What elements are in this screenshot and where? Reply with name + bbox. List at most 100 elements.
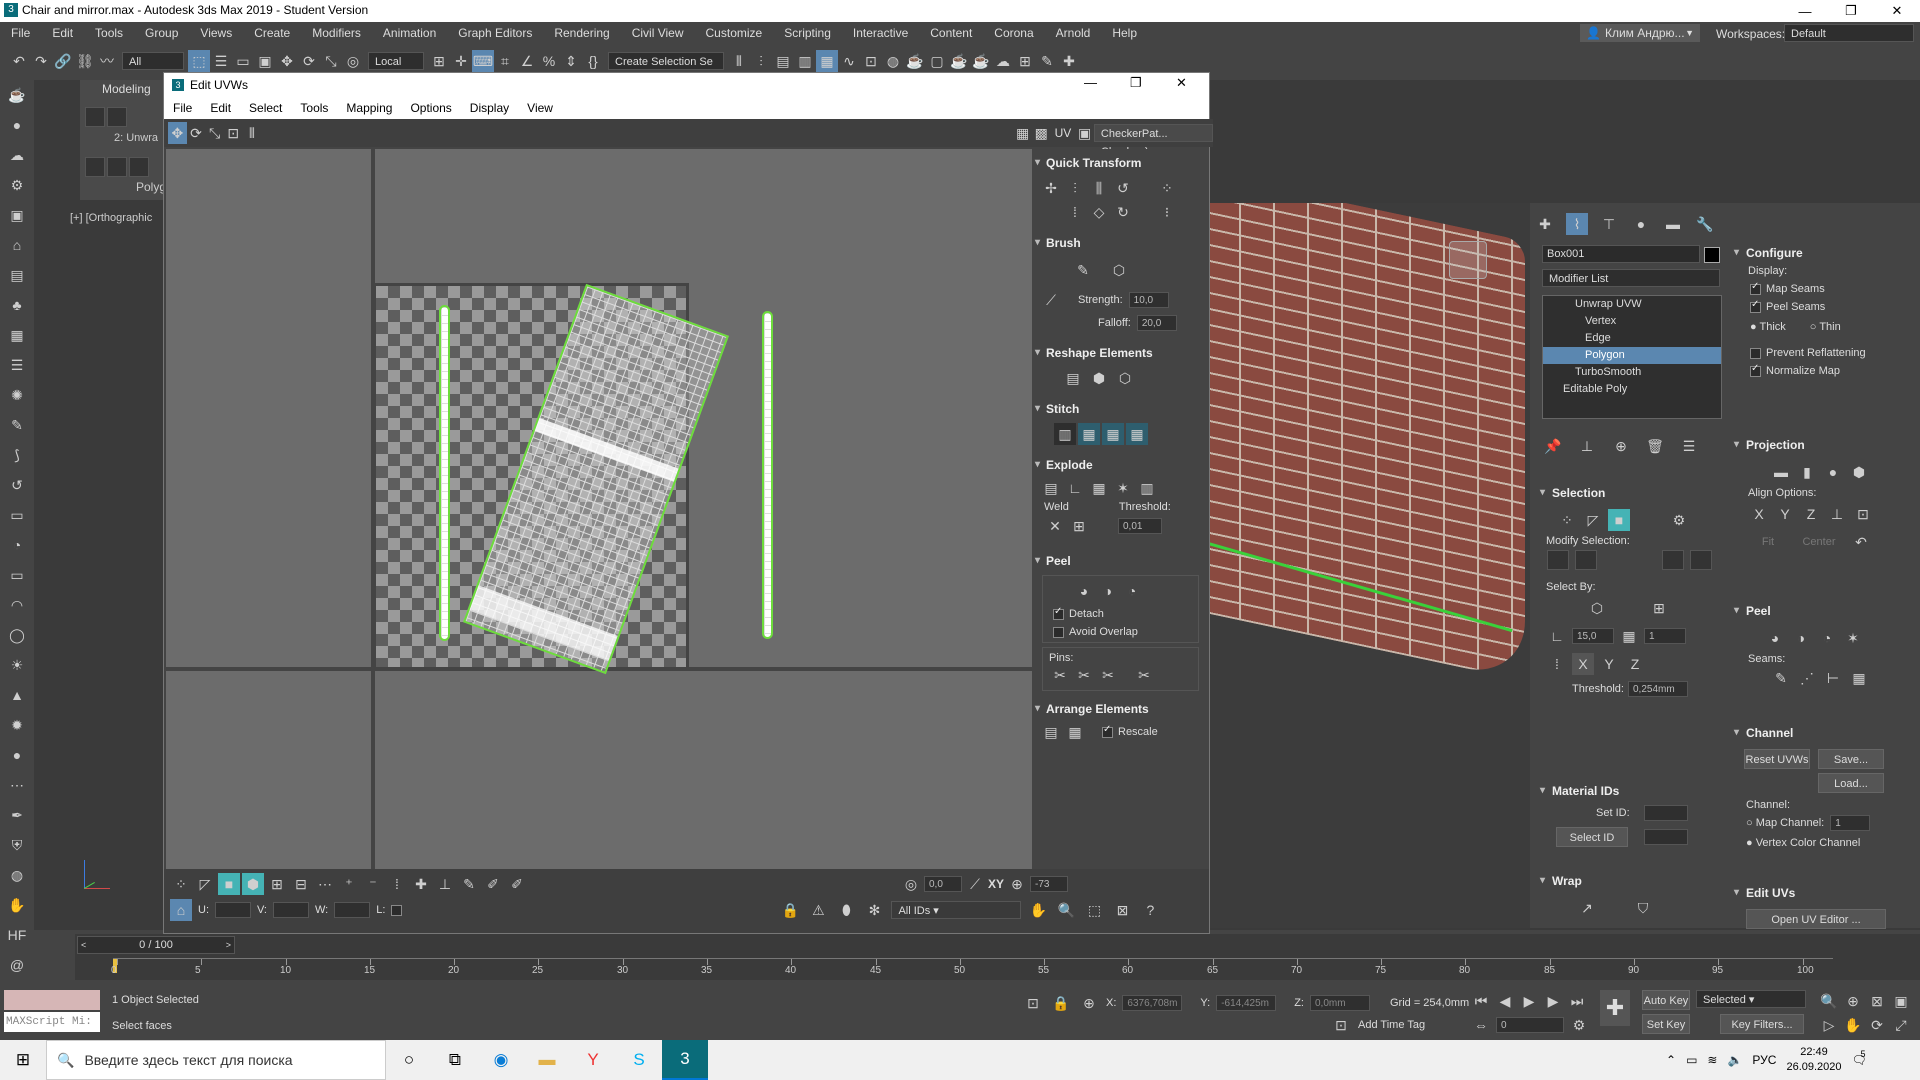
help-icon[interactable]: ?	[1139, 899, 1161, 921]
set-pivot-icon[interactable]: ✢	[1040, 177, 1062, 199]
volume-icon[interactable]: 🔈	[1727, 1053, 1742, 1067]
stitch-average-icon[interactable]: ▦	[1102, 423, 1124, 445]
percent-snap-icon[interactable]: %	[538, 50, 560, 72]
stitch-header[interactable]: Stitch	[1032, 399, 1209, 419]
grow-selection-icon[interactable]: ⊞	[266, 873, 288, 895]
rescale-checkbox[interactable]: Rescale	[1102, 724, 1158, 738]
reset-icon[interactable]: ↶	[1850, 531, 1872, 553]
select-by-name-icon[interactable]: ☰	[210, 50, 232, 72]
key-filters-button[interactable]: Key Filters...	[1720, 1014, 1804, 1034]
stack-item-vertex[interactable]: Vertex	[1543, 313, 1721, 330]
rotate-angle-icon[interactable]: ◎	[900, 873, 922, 895]
nav-zoom-extents-icon[interactable]: ⊠	[1866, 990, 1888, 1012]
quick-peel-icon[interactable]: ◕	[1073, 580, 1095, 602]
window-crossing-icon[interactable]: ▣	[254, 50, 276, 72]
loop-icon[interactable]: ⋯	[314, 873, 336, 895]
pack-together-icon[interactable]: ▦	[1064, 721, 1086, 743]
edit-seams-icon[interactable]: ✎	[1770, 667, 1792, 689]
undo-icon[interactable]: ↶	[8, 50, 30, 72]
current-frame-field[interactable]: 0	[1496, 1017, 1564, 1033]
zoom-extents-icon[interactable]: ⊠	[1111, 899, 1133, 921]
select-by-uv-icon[interactable]: ⊞	[1648, 597, 1670, 619]
stack-item-polygon[interactable]: Polygon	[1543, 347, 1721, 364]
uvw-menu-options[interactable]: Options	[401, 97, 460, 119]
menu-views[interactable]: Views	[189, 22, 243, 44]
clock[interactable]: 22:49 26.09.2020	[1786, 1045, 1841, 1075]
absolute-mode-icon[interactable]: ⌂	[170, 899, 192, 921]
paint-icon[interactable]: ✎	[2, 412, 32, 438]
pan-icon[interactable]: ✋	[1027, 899, 1049, 921]
uvw-rotate-icon[interactable]: ⟳	[187, 122, 206, 144]
previous-frame-icon[interactable]: ◀	[1494, 990, 1516, 1012]
uvw-freeform-icon[interactable]: ⊡	[224, 122, 243, 144]
configure-header[interactable]: Configure	[1730, 243, 1918, 263]
placement-icon[interactable]: ◎	[342, 50, 364, 72]
uvw-menu-select[interactable]: Select	[240, 97, 291, 119]
flatten-custom-icon[interactable]: ✶	[1112, 477, 1134, 499]
expand-seams-icon[interactable]: ▦	[1848, 667, 1870, 689]
play-icon[interactable]: ▶	[1518, 990, 1540, 1012]
maxscript-mini-listener[interactable]: MAXScript Mi:	[4, 1012, 100, 1032]
menu-customize[interactable]: Customize	[695, 22, 774, 44]
straighten-icon[interactable]: ◇	[1088, 201, 1110, 223]
menu-arnold[interactable]: Arnold	[1045, 22, 1102, 44]
loop-uv-icon[interactable]: ⁞	[1546, 653, 1568, 675]
selection-lock-icon[interactable]: 🔒	[1050, 992, 1072, 1014]
unpin-icon[interactable]: ✂	[1073, 664, 1095, 686]
material-icon[interactable]: ◔	[2, 532, 32, 558]
select-id-button[interactable]: Select ID	[1556, 827, 1628, 847]
spherical-map-icon[interactable]: ●	[1822, 461, 1844, 483]
set-key-button[interactable]: Set Key	[1642, 1014, 1690, 1034]
menu-civil-view[interactable]: Civil View	[621, 22, 695, 44]
y-coordinate-field[interactable]: -614,425m	[1216, 995, 1277, 1011]
modify-tab-icon[interactable]: ⌇	[1566, 213, 1588, 235]
select-count-spinner[interactable]: 1	[1644, 628, 1686, 644]
unfold-mapping-icon[interactable]: ⛉	[1632, 897, 1654, 919]
stack-item-edge[interactable]: Edge	[1543, 330, 1721, 347]
world-icon[interactable]: ◍	[2, 862, 32, 888]
arnold-icon[interactable]: ✚	[1058, 50, 1080, 72]
list-icon[interactable]: ☰	[2, 352, 32, 378]
align-to-edge-icon[interactable]: ⁞	[1064, 201, 1086, 223]
menu-interactive[interactable]: Interactive	[842, 22, 919, 44]
align-icon[interactable]: ⫶	[750, 50, 772, 72]
grid-icon[interactable]: ▦	[2, 322, 32, 348]
menu-group[interactable]: Group	[134, 22, 189, 44]
uvw-menu-display[interactable]: Display	[461, 97, 518, 119]
user-account[interactable]: 👤 Клим Андрю... ▼	[1580, 24, 1700, 42]
sphere-icon[interactable]: ●	[2, 112, 32, 138]
w-spinner[interactable]	[334, 902, 371, 918]
unlink-icon[interactable]: ⛓	[74, 50, 96, 72]
hand-icon[interactable]: ✋	[2, 892, 32, 918]
lock-selection-icon[interactable]: 🔒	[779, 899, 801, 921]
isolate-icon[interactable]: ⬮	[835, 899, 857, 921]
brush-falloff-icon[interactable]: ⟋	[1040, 289, 1062, 311]
element-select-icon[interactable]: ⚙	[1668, 509, 1690, 531]
windows-start-icon[interactable]: ⊞	[0, 1040, 46, 1080]
channel-header[interactable]: Channel	[1730, 723, 1918, 743]
timeline[interactable]: < 0 / 100 > 0 5 10 15 20 25 30 35 40 45 50 55 60 65 70…	[75, 934, 1920, 980]
next-frame-icon[interactable]: >	[226, 940, 231, 950]
pelt-map-icon[interactable]: ✶	[1842, 627, 1864, 649]
minimize-button[interactable]: —	[1782, 0, 1828, 22]
planar-angle-icon[interactable]: ∟	[1546, 625, 1568, 647]
align-normal-icon[interactable]: ⊥	[1826, 503, 1848, 525]
uvw-close-button[interactable]: ✕	[1176, 75, 1187, 91]
motion-tab-icon[interactable]: ●	[1630, 213, 1652, 235]
named-selection-dropdown[interactable]: Create Selection Se	[608, 52, 724, 70]
v-spinner[interactable]	[273, 902, 309, 918]
3dsmax-taskbar-icon[interactable]: 3	[662, 1040, 708, 1080]
point-seams-icon[interactable]: ⋰	[1796, 667, 1818, 689]
paint-grow-icon[interactable]: ✐	[482, 873, 504, 895]
rotate-angle-spinner[interactable]: 0,0	[924, 876, 962, 892]
menu-create[interactable]: Create	[243, 22, 301, 44]
curve-editor-icon[interactable]: ∿	[838, 50, 860, 72]
arrange-elements-header[interactable]: Arrange Elements	[1032, 699, 1209, 719]
wifi-icon[interactable]: ≋	[1707, 1053, 1717, 1067]
paint-select-icon[interactable]: ✎	[458, 873, 480, 895]
loop-grow-icon[interactable]: ⁺	[338, 873, 360, 895]
spinner-snap-icon[interactable]: ⇕	[560, 50, 582, 72]
gold-sphere-icon[interactable]: ●	[2, 742, 32, 768]
flatten-by-material-icon[interactable]: ▦	[1088, 477, 1110, 499]
display-tab-icon[interactable]: ▬	[1662, 213, 1684, 235]
